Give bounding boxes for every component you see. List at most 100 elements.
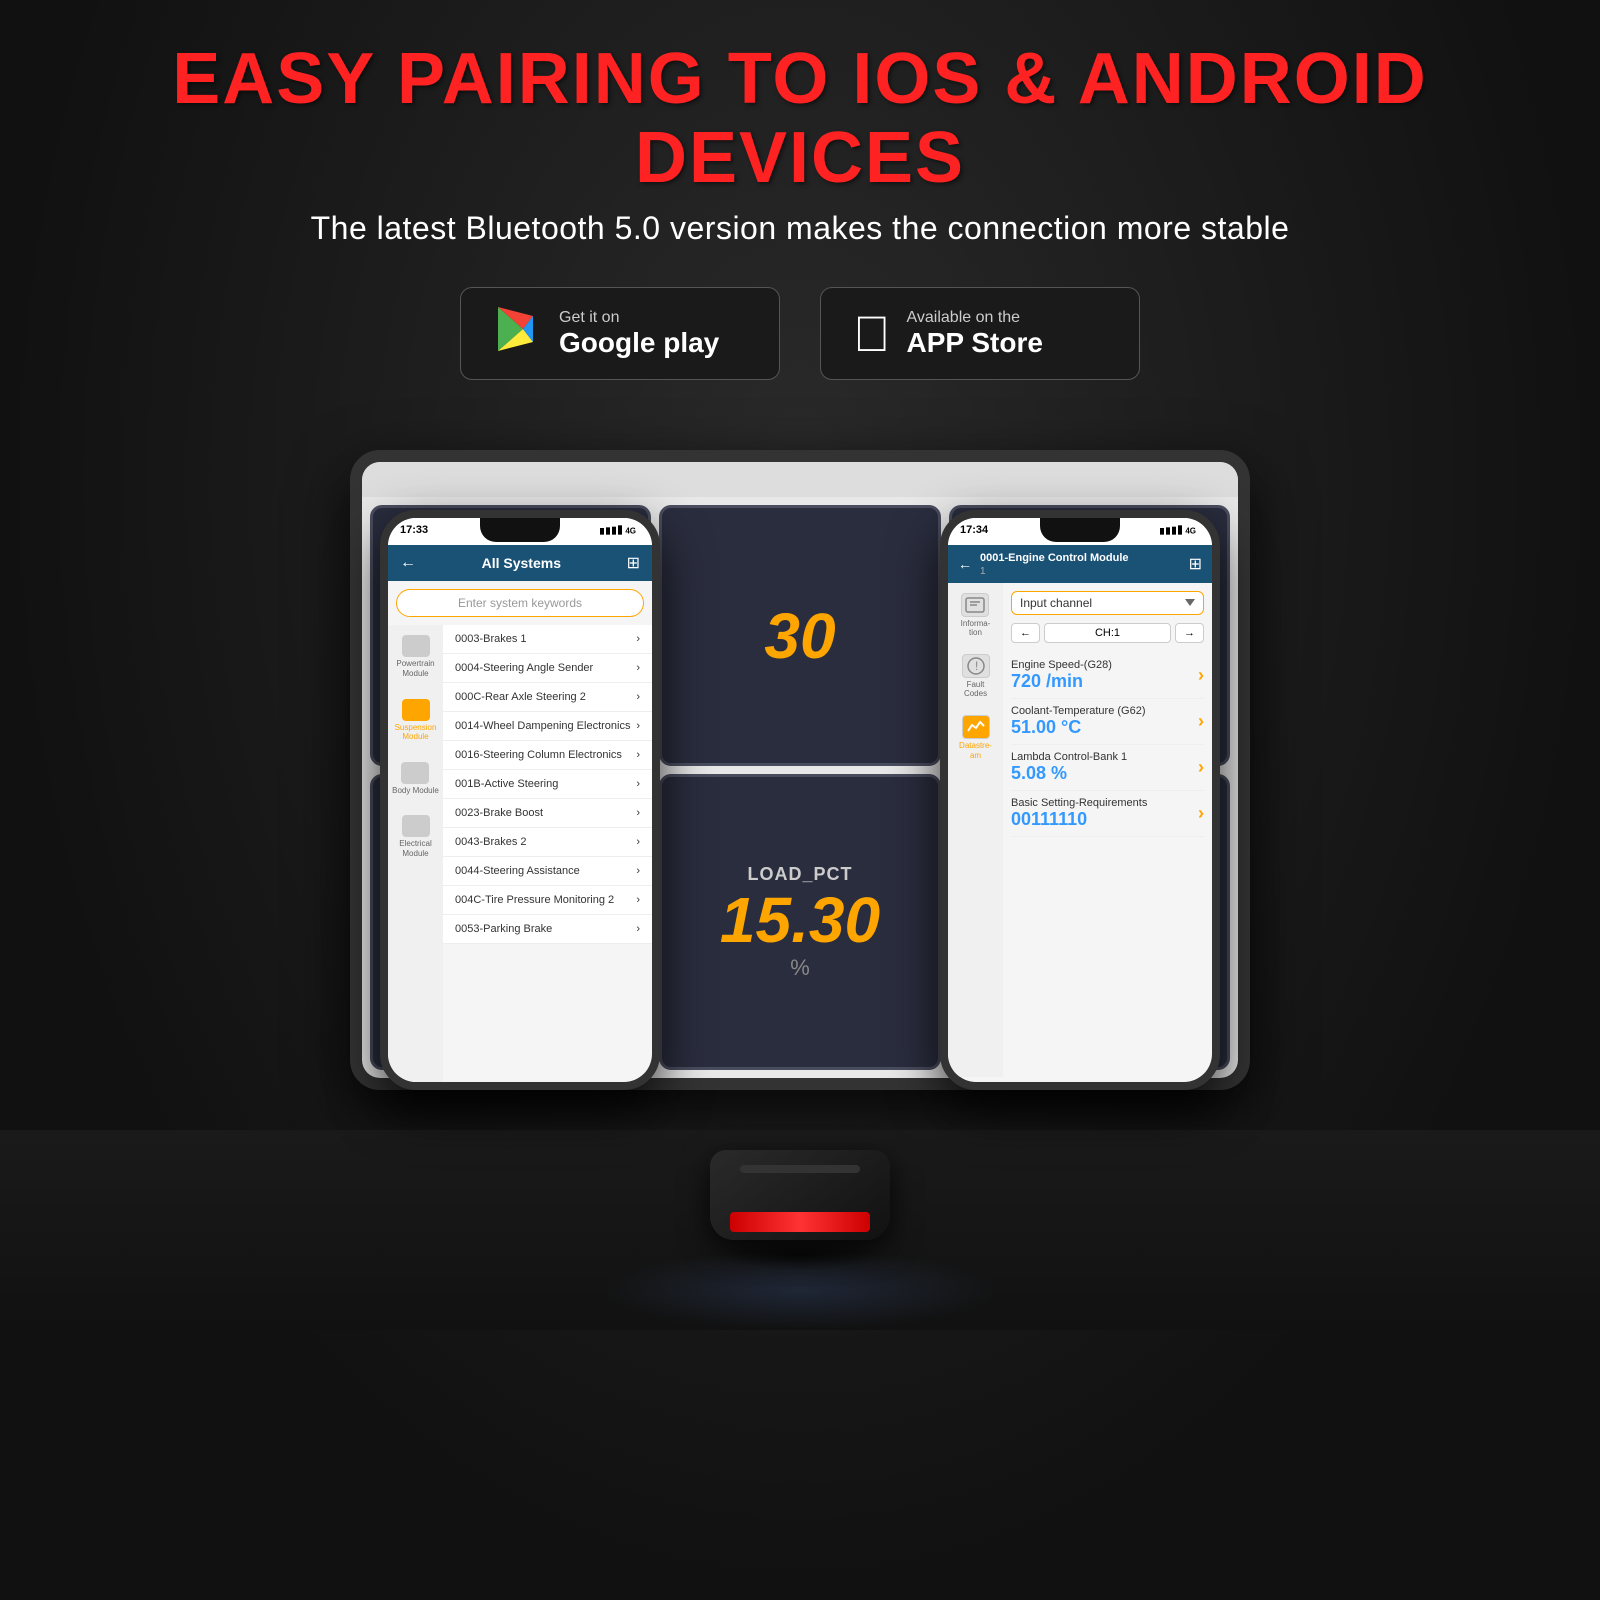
ch-bar: ← CH:1 → — [1011, 623, 1204, 643]
phone-left-signal: 4G — [600, 524, 640, 539]
phone-right-time: 17:34 — [960, 524, 988, 539]
phone-left-device: 17:33 4G ← All Systems ⊞ Enter system ke… — [380, 510, 660, 1090]
information-icon — [961, 593, 989, 617]
google-store-text: Get it on Google play — [559, 309, 719, 359]
electrical-icon — [402, 815, 430, 837]
coolant-label: Coolant-Temperature (G62) — [1011, 705, 1198, 717]
menu-item-0023[interactable]: 0023-Brake Boost› — [443, 799, 652, 828]
phone-right-content: Input channel ← CH:1 → Engine Speed-(G28… — [1003, 583, 1212, 1077]
basic-setting-chevron[interactable]: › — [1198, 803, 1204, 824]
lambda-value: 5.08 % — [1011, 763, 1198, 784]
sidebar-body[interactable]: Body Module — [392, 762, 439, 796]
coolant-chevron[interactable]: › — [1198, 711, 1204, 732]
phone-right-nav-subtitle: 1 — [980, 566, 1181, 577]
apple-small-text: Available on the — [907, 309, 1043, 327]
body-label: Body Module — [392, 786, 439, 796]
menu-item-001b[interactable]: 001B-Active Steering› — [443, 770, 652, 799]
header-section: EASY PAIRING TO IOS & ANDROID DEVICES Th… — [0, 0, 1600, 380]
basic-setting-label: Basic Setting-Requirements — [1011, 797, 1198, 809]
input-channel-text: Input channel — [1020, 596, 1092, 610]
search-placeholder: Enter system keywords — [458, 596, 582, 610]
coolant-value: 51.00 °C — [1011, 717, 1198, 738]
store-buttons-container: Get it on Google play  Available on the… — [0, 287, 1600, 380]
powertrain-icon — [402, 635, 430, 657]
r-icon-information[interactable]: Informa-tion — [961, 593, 991, 638]
body-icon — [401, 762, 429, 784]
menu-item-000c[interactable]: 000C-Rear Axle Steering 2› — [443, 683, 652, 712]
subtitle: The latest Bluetooth 5.0 version makes t… — [0, 210, 1600, 247]
fault-codes-label: FaultCodes — [964, 680, 987, 699]
datastream-label: Datastre-am — [959, 741, 992, 760]
suspension-label: Suspension Module — [388, 723, 443, 742]
svg-text:4G: 4G — [1185, 527, 1196, 536]
right-sidebar: Informa-tion ! FaultCodes Datastre-am — [948, 583, 1003, 1077]
menu-item-0016[interactable]: 0016-Steering Column Electronics› — [443, 741, 652, 770]
menu-list: 0003-Brakes 1› 0004-Steering Angle Sende… — [443, 625, 652, 1082]
sidebar-electrical[interactable]: Electrical Module — [388, 815, 443, 858]
obd-red-strip — [730, 1212, 870, 1232]
menu-item-0053[interactable]: 0053-Parking Brake› — [443, 915, 652, 944]
ch-prev-button[interactable]: ← — [1011, 623, 1040, 643]
sidebar-icons: Powertrain Module Suspension Module Body… — [388, 625, 443, 1082]
obd-body — [710, 1150, 890, 1240]
menu-item-0043[interactable]: 0043-Brakes 2› — [443, 828, 652, 857]
data-card-load-pct: LOAD_PCT 15.30 % — [659, 774, 940, 1070]
sidebar-powertrain[interactable]: Powertrain Module — [388, 635, 443, 678]
r-icon-datastream[interactable]: Datastre-am — [959, 715, 992, 760]
google-play-button[interactable]: Get it on Google play — [460, 287, 780, 380]
devices-section: SPARKADV -3.00 • 30 0 LOAD_PCT 15.30 % — [0, 430, 1600, 1330]
google-play-icon — [493, 304, 543, 363]
phone-left-content: Powertrain Module Suspension Module Body… — [388, 625, 652, 1082]
phone-left-notch — [480, 518, 560, 542]
load-pct-value: 15.30 — [720, 885, 880, 955]
data-row-coolant: Coolant-Temperature (G62) 51.00 °C › — [1011, 699, 1204, 745]
menu-item-0004[interactable]: 0004-Steering Angle Sender› — [443, 654, 652, 683]
data-row-engine-speed: Engine Speed-(G28) 720 /min › — [1011, 653, 1204, 699]
dropdown-arrow — [1185, 599, 1195, 606]
svg-text:4G: 4G — [625, 527, 636, 536]
datastream-icon — [962, 715, 990, 739]
apple-icon:  — [853, 309, 891, 359]
sidebar-suspension[interactable]: Suspension Module — [388, 699, 443, 742]
menu-item-0014[interactable]: 0014-Wheel Dampening Electronics› — [443, 712, 652, 741]
phone-left-search[interactable]: Enter system keywords — [396, 589, 644, 617]
information-label: Informa-tion — [961, 619, 991, 638]
phone-right-nav: ← 0001-Engine Control Module 1 ⊞ — [948, 545, 1212, 582]
phone-right-nav-title: 0001-Engine Control Module — [980, 551, 1181, 565]
input-channel-bar[interactable]: Input channel — [1011, 591, 1204, 615]
google-small-text: Get it on — [559, 309, 719, 327]
main-title: EASY PAIRING TO IOS & ANDROID DEVICES — [0, 40, 1600, 198]
obd-shadow — [720, 1240, 880, 1270]
obd-device — [710, 1150, 890, 1270]
powertrain-label: Powertrain Module — [388, 659, 443, 678]
data-row-lambda: Lambda Control-Bank 1 5.08 % › — [1011, 745, 1204, 791]
apple-large-text: APP Store — [907, 327, 1043, 359]
engine-speed-label: Engine Speed-(G28) — [1011, 659, 1198, 671]
menu-item-004c[interactable]: 004C-Tire Pressure Monitoring 2› — [443, 886, 652, 915]
phone-left-nav: ← All Systems ⊞ — [388, 545, 652, 581]
engine-speed-value: 720 /min — [1011, 671, 1198, 692]
load-pct-label: LOAD_PCT — [747, 864, 852, 885]
phone-left-nav-title: All Systems — [482, 555, 561, 571]
value-30: 30 — [764, 601, 835, 671]
google-large-text: Google play — [559, 327, 719, 359]
fault-codes-icon: ! — [962, 654, 990, 678]
lambda-label: Lambda Control-Bank 1 — [1011, 751, 1198, 763]
menu-item-0044[interactable]: 0044-Steering Assistance› — [443, 857, 652, 886]
basic-setting-value: 00111110 — [1011, 809, 1198, 830]
ch-label: CH:1 — [1044, 623, 1171, 643]
phone-right-notch — [1040, 518, 1120, 542]
data-card-30: 30 — [659, 505, 940, 766]
suspension-icon — [402, 699, 430, 721]
lambda-chevron[interactable]: › — [1198, 757, 1204, 778]
svg-text:!: ! — [975, 659, 978, 673]
apple-store-text: Available on the APP Store — [907, 309, 1043, 359]
menu-item-0003[interactable]: 0003-Brakes 1› — [443, 625, 652, 654]
r-icon-fault-codes[interactable]: ! FaultCodes — [962, 654, 990, 699]
phone-right-signal: 4G — [1160, 524, 1200, 539]
app-store-button[interactable]:  Available on the APP Store — [820, 287, 1140, 380]
ch-next-button[interactable]: → — [1175, 623, 1204, 643]
engine-speed-chevron[interactable]: › — [1198, 665, 1204, 686]
data-row-basic-setting: Basic Setting-Requirements 00111110 › — [1011, 791, 1204, 837]
load-pct-unit: % — [790, 955, 810, 981]
